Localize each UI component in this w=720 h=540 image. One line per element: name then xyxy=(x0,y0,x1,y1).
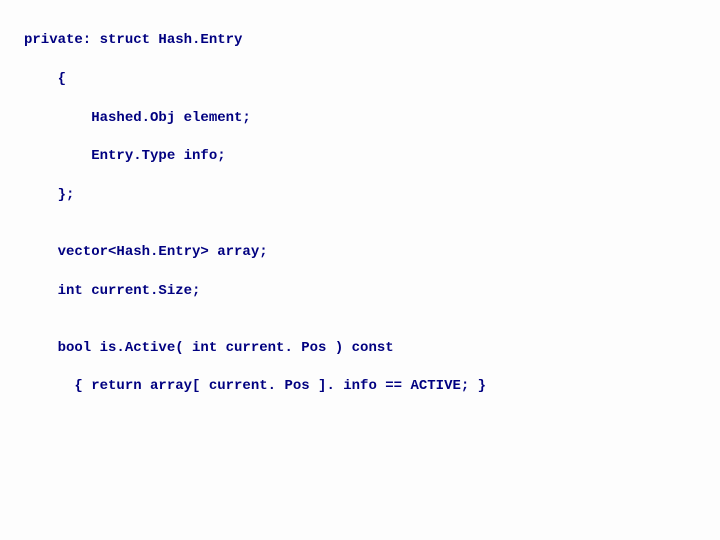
blank-line xyxy=(24,224,696,242)
code-line-6: vector<Hash.Entry> array; xyxy=(24,242,696,263)
code-line-5: }; xyxy=(24,185,696,206)
code-block: private: struct Hash.Entry { Hashed.Obj … xyxy=(0,0,720,427)
code-line-7: int current.Size; xyxy=(24,281,696,302)
code-line-3: Hashed.Obj element; xyxy=(24,108,696,129)
blank-line xyxy=(24,302,696,320)
code-line-9: { return array[ current. Pos ]. info == … xyxy=(24,376,696,397)
blank-line xyxy=(24,206,696,224)
blank-line xyxy=(24,51,696,69)
blank-line xyxy=(24,90,696,108)
blank-line xyxy=(24,263,696,281)
code-line-8: bool is.Active( int current. Pos ) const xyxy=(24,338,696,359)
code-line-1: private: struct Hash.Entry xyxy=(24,30,696,51)
blank-line xyxy=(24,167,696,185)
blank-line xyxy=(24,358,696,376)
blank-line xyxy=(24,320,696,338)
code-line-4: Entry.Type info; xyxy=(24,146,696,167)
code-line-2: { xyxy=(24,69,696,90)
blank-line xyxy=(24,128,696,146)
